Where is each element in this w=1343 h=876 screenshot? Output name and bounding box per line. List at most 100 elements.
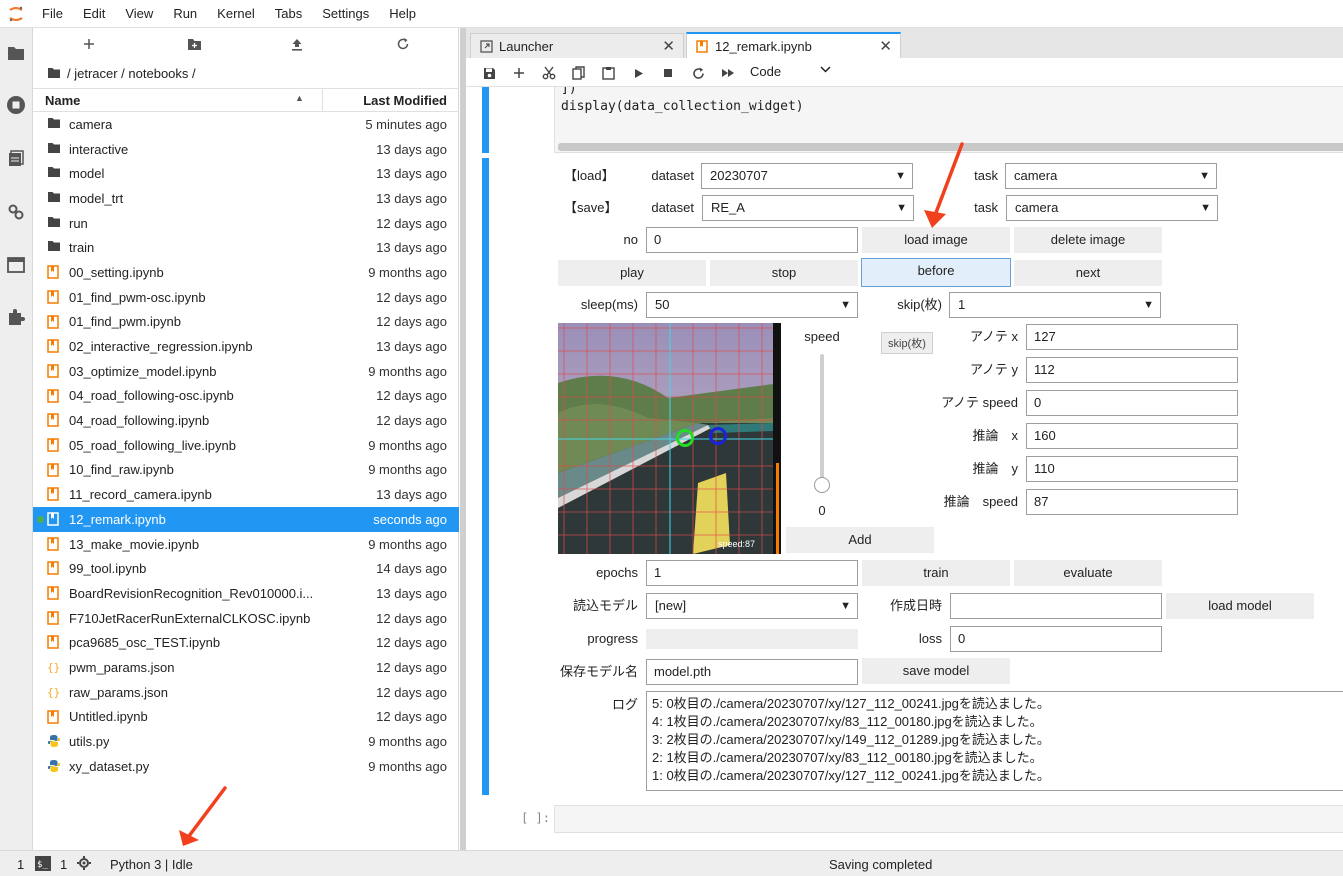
menu-kernel[interactable]: Kernel: [207, 0, 265, 28]
log-textarea[interactable]: 5: 0枚目の./camera/20230707/xy/127_112_0024…: [646, 691, 1343, 791]
file-list-item[interactable]: F710JetRacerRunExternalCLKOSC.ipynb 12 da…: [33, 606, 459, 631]
file-list-item[interactable]: 11_record_camera.ipynb 13 days ago: [33, 482, 459, 507]
mode-count[interactable]: 1: [17, 857, 24, 872]
file-list-item[interactable]: pca9685_osc_TEST.ipynb 12 days ago: [33, 630, 459, 655]
camera-image[interactable]: speed:87: [558, 323, 781, 554]
model-select[interactable]: [new] ▼: [646, 593, 858, 619]
folder-icon[interactable]: [5, 42, 27, 64]
running-icon[interactable]: [5, 94, 27, 116]
file-list-item[interactable]: 03_optimize_model.ipynb 9 months ago: [33, 359, 459, 384]
menu-help[interactable]: Help: [379, 0, 426, 28]
file-list-item[interactable]: 13_make_movie.ipynb 9 months ago: [33, 532, 459, 557]
column-divider[interactable]: [322, 89, 323, 111]
menu-edit[interactable]: Edit: [73, 0, 115, 28]
file-list-item[interactable]: train 13 days ago: [33, 235, 459, 260]
next-button[interactable]: next: [1014, 260, 1162, 286]
speed-slider-track[interactable]: [820, 354, 824, 486]
save-model-button[interactable]: save model: [862, 658, 1010, 684]
file-list-item[interactable]: BoardRevisionRecognition_Rev010000.i... 1…: [33, 581, 459, 606]
save-task-select[interactable]: camera ▼: [1006, 195, 1218, 221]
empty-code-cell[interactable]: [554, 805, 1343, 833]
file-list-item[interactable]: {} raw_params.json 12 days ago: [33, 680, 459, 705]
close-icon[interactable]: ✕: [662, 37, 675, 55]
cell-type-select[interactable]: Code: [750, 64, 781, 79]
copy-icon[interactable]: [569, 64, 587, 82]
column-name[interactable]: Name: [45, 93, 80, 108]
refresh-icon[interactable]: [392, 34, 414, 54]
skip-select[interactable]: 1 ▼: [949, 292, 1161, 318]
loss-input[interactable]: 0: [950, 626, 1162, 652]
file-list-item[interactable]: camera 5 minutes ago: [33, 112, 459, 137]
output-collapser[interactable]: [482, 158, 489, 795]
file-list-item[interactable]: 04_road_following.ipynb 12 days ago: [33, 408, 459, 433]
play-button[interactable]: play: [558, 260, 706, 286]
file-list-item[interactable]: 99_tool.ipynb 14 days ago: [33, 556, 459, 581]
fast-forward-icon[interactable]: [719, 64, 737, 82]
file-list-item[interactable]: xy_dataset.py 9 months ago: [33, 754, 459, 779]
upload-icon[interactable]: [286, 34, 308, 54]
kernel-gear-icon[interactable]: [77, 856, 91, 873]
load-model-button[interactable]: load model: [1166, 593, 1314, 619]
load-dataset-select[interactable]: 20230707 ▼: [701, 163, 913, 189]
file-list-item[interactable]: Untitled.ipynb 12 days ago: [33, 705, 459, 730]
file-list-item[interactable]: 01_find_pwm.ipynb 12 days ago: [33, 310, 459, 335]
run-icon[interactable]: [630, 64, 648, 82]
tab-12-remark[interactable]: 12_remark.ipynb ✕: [686, 32, 901, 58]
terminal-count[interactable]: 1: [60, 857, 67, 872]
created-input[interactable]: [950, 593, 1162, 619]
new-folder-icon[interactable]: [183, 34, 205, 54]
horizontal-scrollbar[interactable]: [558, 143, 1343, 151]
epochs-input[interactable]: 1: [646, 560, 858, 586]
file-list-item[interactable]: 04_road_following-osc.ipynb 12 days ago: [33, 384, 459, 409]
column-last-modified[interactable]: Last Modified: [363, 93, 447, 108]
load-image-button[interactable]: load image: [862, 227, 1010, 253]
terminal-icon[interactable]: $_: [35, 856, 51, 874]
cell-collapser[interactable]: [482, 87, 489, 153]
tabs-icon[interactable]: [5, 254, 27, 276]
file-list-item[interactable]: model 13 days ago: [33, 161, 459, 186]
anno-x-input[interactable]: 127: [1026, 324, 1238, 350]
sort-ascending-icon[interactable]: ▲: [295, 93, 304, 103]
sleep-select[interactable]: 50 ▼: [646, 292, 858, 318]
menu-file[interactable]: File: [32, 0, 73, 28]
file-list-item[interactable]: run 12 days ago: [33, 211, 459, 236]
train-button[interactable]: train: [862, 560, 1010, 586]
file-list-item[interactable]: {} pwm_params.json 12 days ago: [33, 655, 459, 680]
stop-icon[interactable]: [659, 64, 677, 82]
extension-icon[interactable]: [5, 306, 27, 328]
close-icon[interactable]: ✕: [879, 37, 892, 55]
save-model-name-input[interactable]: model.pth: [646, 659, 858, 685]
no-input[interactable]: 0: [646, 227, 858, 253]
property-inspector-icon[interactable]: [5, 201, 27, 223]
tab-launcher[interactable]: Launcher ✕: [470, 33, 684, 58]
cut-icon[interactable]: [540, 64, 558, 82]
file-list-item[interactable]: 12_remark.ipynb seconds ago: [33, 507, 459, 532]
pred-speed-input[interactable]: 87: [1026, 489, 1238, 515]
menu-tabs[interactable]: Tabs: [265, 0, 312, 28]
file-list-item[interactable]: interactive 13 days ago: [33, 137, 459, 162]
add-button[interactable]: Add: [786, 527, 934, 553]
file-list-item[interactable]: model_trt 13 days ago: [33, 186, 459, 211]
anno-speed-input[interactable]: 0: [1026, 390, 1238, 416]
file-list-item[interactable]: 10_find_raw.ipynb 9 months ago: [33, 458, 459, 483]
menu-run[interactable]: Run: [163, 0, 207, 28]
file-list-item[interactable]: 02_interactive_regression.ipynb 13 days a…: [33, 334, 459, 359]
speed-slider-handle[interactable]: [814, 477, 830, 493]
file-list-item[interactable]: 00_setting.ipynb 9 months ago: [33, 260, 459, 285]
load-task-select[interactable]: camera ▼: [1005, 163, 1217, 189]
file-list-item[interactable]: utils.py 9 months ago: [33, 729, 459, 754]
anno-y-input[interactable]: 112: [1026, 357, 1238, 383]
before-button[interactable]: before: [861, 258, 1011, 287]
insert-cell-icon[interactable]: [510, 64, 528, 82]
menu-settings[interactable]: Settings: [312, 0, 379, 28]
save-icon[interactable]: [480, 64, 498, 82]
restart-icon[interactable]: [689, 64, 707, 82]
save-dataset-select[interactable]: RE_A ▼: [702, 195, 914, 221]
pred-x-input[interactable]: 160: [1026, 423, 1238, 449]
new-launcher-icon[interactable]: [78, 34, 100, 54]
file-list-item[interactable]: 01_find_pwm-osc.ipynb 12 days ago: [33, 285, 459, 310]
kernel-status[interactable]: Python 3 | Idle: [110, 857, 193, 872]
pred-y-input[interactable]: 110: [1026, 456, 1238, 482]
commands-icon[interactable]: [5, 148, 27, 170]
chevron-down-icon[interactable]: [820, 64, 831, 76]
